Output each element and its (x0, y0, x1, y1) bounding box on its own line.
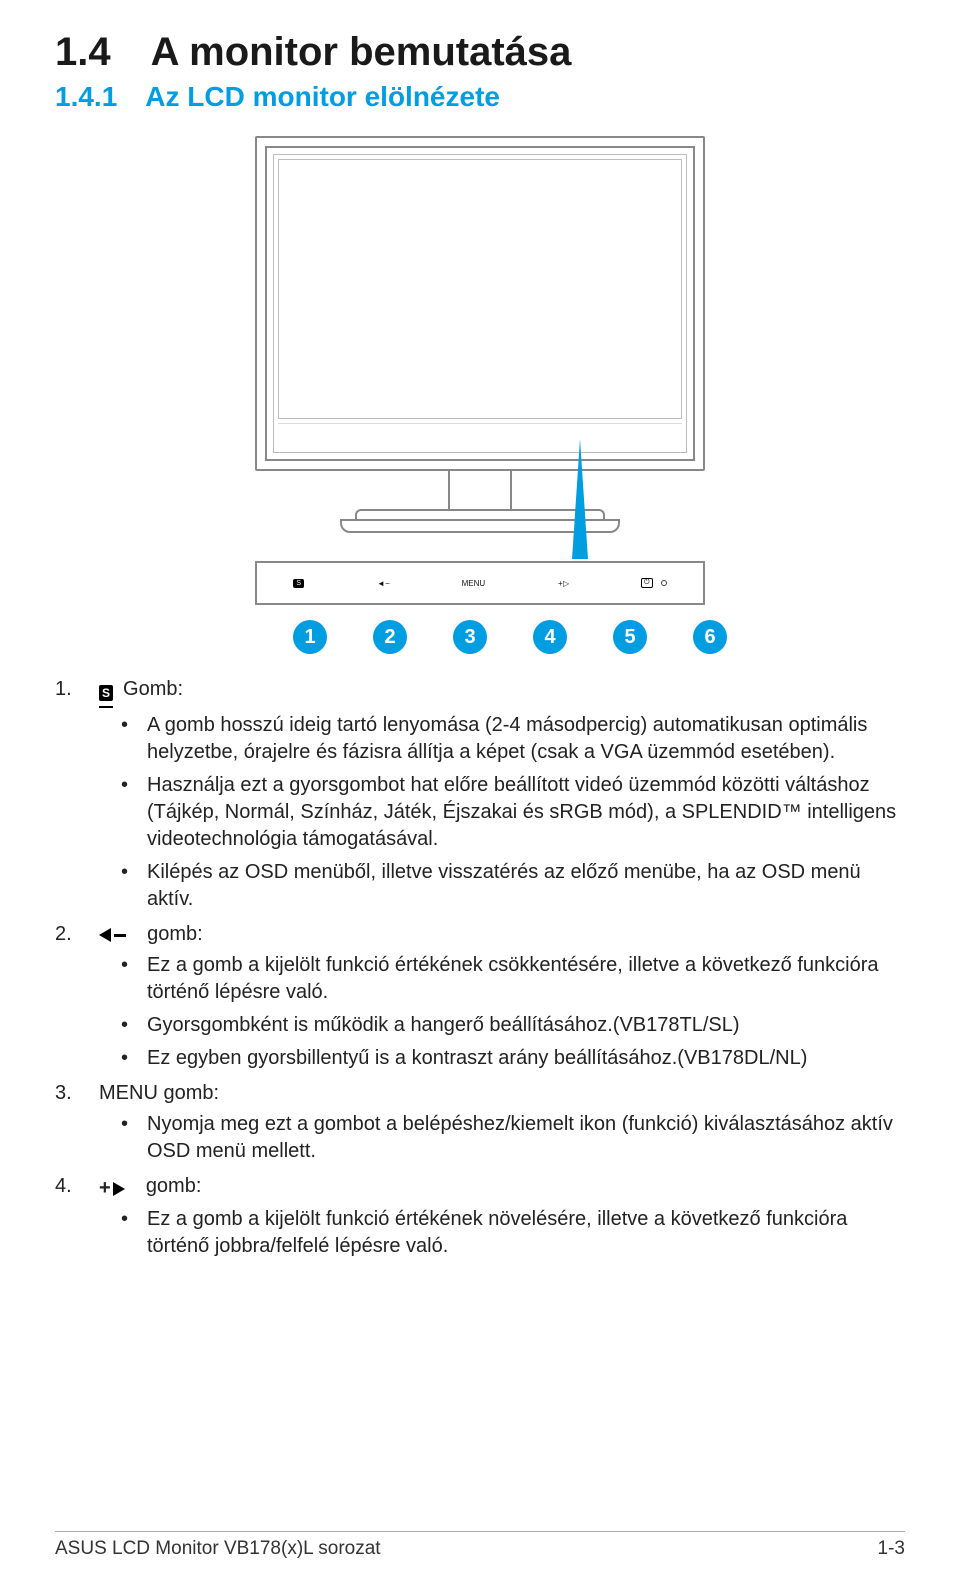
item-2-bullet-1: Ez a gomb a kijelölt funkció értékének c… (147, 952, 905, 1006)
callout-row: 1 2 3 4 5 6 (55, 620, 905, 654)
item-3-label: MENU gomb: (99, 1082, 219, 1104)
item-2-number: 2. (55, 921, 99, 948)
callout-pointer (572, 439, 588, 559)
item-2-bullet-2: Gyorsgombként is működik a hangerő beáll… (147, 1012, 905, 1039)
item-2-label: gomb: (147, 923, 203, 945)
item-1-bullet-3: Kilépés az OSD menüből, illetve visszaté… (147, 859, 905, 913)
callout-2: 2 (373, 620, 407, 654)
strip-btn-minus: ◄ − (377, 579, 389, 588)
monitor-neck (448, 471, 512, 511)
item-1-bullet-1: A gomb hosszú ideig tartó lenyomása (2-4… (147, 712, 905, 766)
footer-product: ASUS LCD Monitor VB178(x)L sorozat (55, 1538, 381, 1560)
section-number-h2: 1.4.1 (55, 81, 117, 113)
strip-power-led (661, 580, 667, 586)
page-footer: ASUS LCD Monitor VB178(x)L sorozat 1-3 (55, 1531, 905, 1560)
footer-page-number: 1-3 (878, 1538, 905, 1560)
splendid-button-icon: S (99, 678, 113, 708)
monitor-figure: S ◄ − MENU + ▷ ⏻ (55, 131, 905, 606)
strip-btn-splendid: S (293, 579, 304, 588)
callout-1: 1 (293, 620, 327, 654)
item-1-number: 1. (55, 676, 99, 708)
item-3-bullet-1: Nyomja meg ezt a gombot a belépéshez/kie… (147, 1111, 905, 1165)
item-4-bullet-1: Ez a gomb a kijelölt funkció értékének n… (147, 1206, 905, 1260)
section-title-h2: Az LCD monitor elölnézete (145, 81, 500, 113)
item-2-bullet-3: Ez egyben gyorsbillentyű is a kontraszt … (147, 1045, 905, 1072)
section-number-h1: 1.4 (55, 30, 111, 75)
monitor-screen (278, 159, 682, 419)
callout-4: 4 (533, 620, 567, 654)
callout-5: 5 (613, 620, 647, 654)
strip-btn-menu: MENU (462, 579, 486, 588)
decrease-button-icon (99, 928, 126, 942)
section-title-h1: A monitor bemutatása (151, 30, 572, 75)
item-3-number: 3. (55, 1080, 99, 1107)
callout-3: 3 (453, 620, 487, 654)
monitor-button-strip: S ◄ − MENU + ▷ ⏻ (255, 561, 705, 605)
item-1-label: Gomb: (123, 678, 183, 700)
callout-6: 6 (693, 620, 727, 654)
item-4-label: gomb: (146, 1175, 202, 1197)
increase-button-icon: + (99, 1175, 125, 1202)
monitor-bottom-bar (278, 423, 682, 445)
item-4-number: 4. (55, 1173, 99, 1202)
strip-btn-plus: + ▷ (558, 579, 568, 588)
item-1-bullet-2: Használja ezt a gyorsgombot hat előre be… (147, 772, 905, 853)
strip-btn-power: ⏻ (641, 578, 653, 588)
